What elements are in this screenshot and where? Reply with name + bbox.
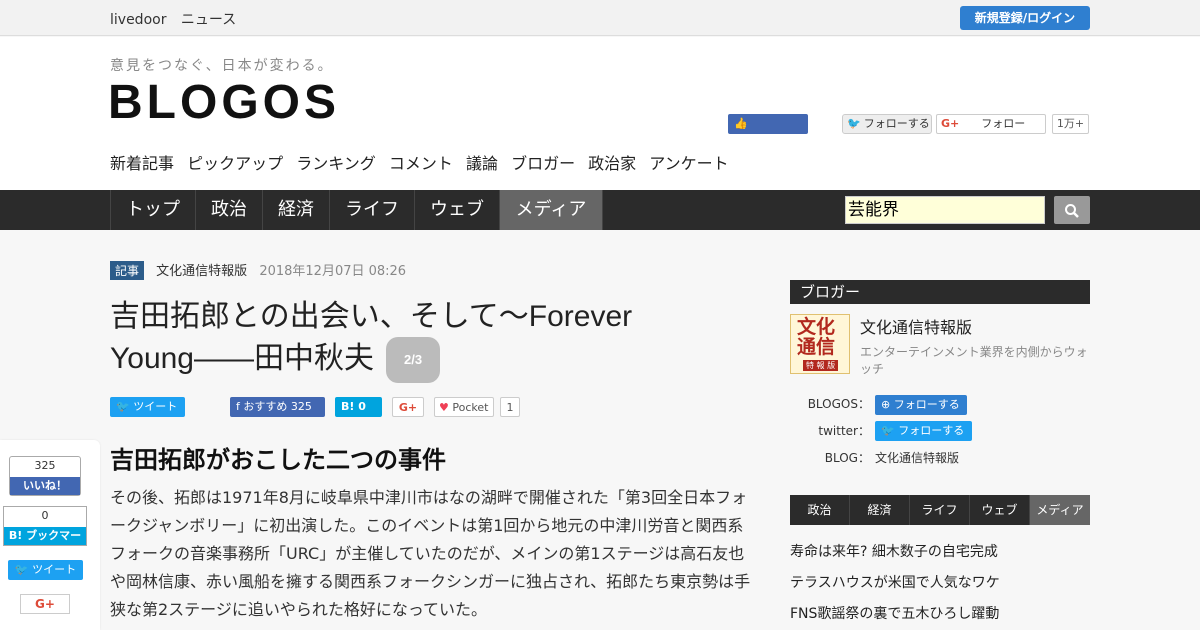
pocket-button[interactable]: ♥ Pocket [434, 397, 494, 417]
blogos-label: BLOGOS： [807, 397, 870, 411]
twitter-label: twitter： [818, 424, 870, 438]
pocket-count: 1 [500, 397, 520, 417]
login-button[interactable]: 新規登録/ログイン [960, 6, 1090, 30]
sidebar-tab-politics[interactable]: 政治 [790, 495, 850, 525]
nav-item[interactable]: ブロガー [511, 154, 575, 173]
article-date: 2018年12月07日 08:26 [259, 264, 407, 279]
sidebar-tab-web[interactable]: ウェブ [970, 495, 1030, 525]
twitter-icon: 🐦 [881, 424, 895, 437]
floating-fb-label: いいね！ [10, 477, 80, 495]
gplus-icon: G+ [941, 117, 960, 130]
fb-recommend-count: 325 [290, 400, 312, 413]
blogger-avatar[interactable]: 文化通信 特 報 版 [790, 314, 850, 374]
floating-fb-like[interactable]: 325 いいね！ [9, 456, 81, 496]
blogos-follow-button[interactable]: ⊕ フォローする [875, 395, 967, 415]
twitter-sidebar-follow-button[interactable]: 🐦 フォローする [875, 421, 972, 441]
article-body: その後、拓郎は1971年8月に岐阜県中津川市はなの湖畔で開催された「第3回全日本… [110, 488, 751, 619]
sidebar-tab-economy[interactable]: 経済 [850, 495, 910, 525]
gplus-icon: G+ [398, 401, 418, 414]
blogger-logo-sub: 特 報 版 [803, 360, 839, 371]
search-icon [1065, 204, 1079, 218]
floating-tweet-button[interactable]: 🐦 ツイート [8, 560, 83, 580]
search-button[interactable] [1054, 196, 1090, 224]
fb-like-button[interactable]: 👍 Like 132K [728, 114, 808, 150]
tweet-label: ツイート [133, 400, 178, 413]
ranking-item[interactable]: FNS歌謡祭の裏で五木ひろし躍動 [790, 603, 999, 623]
sidebar-tab-media[interactable]: メディア [1030, 495, 1090, 525]
ranking-item[interactable]: 寿命は来年? 細木数子の自宅完成 [790, 541, 998, 561]
nav-item[interactable]: アンケート [649, 154, 728, 173]
fb-recommend-button[interactable]: f おすすめ 325 [230, 397, 325, 417]
nav-item[interactable]: ランキング [296, 154, 376, 173]
gplus-follow-label: フォロー [981, 117, 1026, 130]
pocket-icon: ♥ [439, 401, 449, 414]
twitter-icon: 🐦 [116, 400, 130, 413]
blogos-follow-label: フォローする [893, 398, 960, 411]
twitter-icon: 🐦 [847, 117, 861, 130]
brand-livedoor[interactable]: livedoor [110, 12, 166, 28]
plus-icon: ⊕ [881, 398, 891, 411]
floating-gplus-button[interactable]: G+ [20, 594, 70, 614]
floating-hatena[interactable]: 0 B! ブックマーク [3, 506, 87, 560]
blogger-description: エンターテインメント業界を内側からウォッチ [860, 345, 1088, 376]
sidebar-tab-life[interactable]: ライフ [910, 495, 970, 525]
category-top[interactable]: トップ [110, 190, 196, 230]
sidebar-heading: ブロガー [790, 280, 1090, 304]
brand-line[interactable]: livedoor ニュース [110, 9, 246, 29]
page-indicator: 2/3 [386, 337, 441, 383]
article-title: 吉田拓郎との出会い、そして～Forever Young――田中秋夫 [110, 300, 633, 375]
fb-recommend-label: おすすめ [243, 400, 288, 413]
brand-news[interactable]: ニュース [181, 12, 236, 28]
nav-item[interactable]: 新着記事 [110, 154, 174, 173]
main-nav: 新着記事 ピックアップ ランキング コメント 議論 ブロガー 政治家 アンケート [110, 150, 737, 174]
sidebar-tabs: 政治 経済 ライフ ウェブ メディア [790, 495, 1090, 525]
hatena-icon: B! [341, 400, 355, 413]
category-life[interactable]: ライフ [330, 190, 415, 230]
thumbs-up-icon: 👍 [734, 117, 748, 130]
twitter-sidebar-follow-label: フォローする [898, 424, 965, 437]
floating-hatena-count: 0 [41, 509, 49, 522]
blog-link[interactable]: 文化通信特報版 [875, 449, 959, 466]
article-source[interactable]: 文化通信特報版 [156, 264, 247, 279]
floating-hatena-label: B! ブックマーク [4, 527, 86, 560]
hatena-count: 0 [358, 400, 366, 413]
hatena-bookmark-button[interactable]: B! 0 [335, 397, 382, 417]
top-bar: livedoor ニュース 新規登録/ログイン [0, 0, 1200, 36]
article-title-wrap: 吉田拓郎との出会い、そして～Forever Young――田中秋夫 2/3 [110, 297, 670, 383]
section-heading: 吉田拓郎がおこした二つの事件 [110, 446, 446, 474]
ranking-item[interactable]: テラスハウスが米国で人気なワケ [790, 572, 1000, 592]
facebook-icon: f [236, 400, 240, 413]
search-input[interactable]: 芸能界 [845, 196, 1045, 224]
category-web[interactable]: ウェブ [415, 190, 500, 230]
article-badge: 記事 [110, 261, 145, 280]
fb-like-label: Like [734, 137, 760, 150]
category-economy[interactable]: 経済 [263, 190, 330, 230]
nav-item[interactable]: 政治家 [588, 154, 636, 173]
site-logo[interactable]: BLOGOS [108, 75, 340, 130]
twitter-follow-label: フォローする [863, 117, 930, 130]
blogger-logo-text: 文化通信 [797, 316, 836, 358]
floating-tweet-label: ツイート [32, 563, 77, 576]
blogger-name[interactable]: 文化通信特報版 [860, 314, 972, 338]
tagline: 意見をつなぐ、日本が変わる。 [110, 58, 334, 74]
category-media[interactable]: メディア [500, 190, 603, 230]
gplus-count: 1万+ [1052, 114, 1089, 134]
tweet-button[interactable]: 🐦 ツイート [110, 397, 185, 417]
gplus-icon: G+ [35, 597, 55, 611]
gplus-follow-button[interactable]: G+ フォロー [936, 114, 1046, 134]
nav-item[interactable]: コメント [389, 154, 453, 173]
article-meta: 記事 文化通信特報版 2018年12月07日 08:26 [110, 260, 406, 280]
nav-item[interactable]: 議論 [466, 154, 498, 173]
nav-item[interactable]: ピックアップ [187, 154, 283, 173]
category-politics[interactable]: 政治 [196, 190, 263, 230]
floating-fb-count: 325 [34, 459, 56, 472]
pocket-label: Pocket [452, 401, 489, 414]
twitter-icon: 🐦 [14, 563, 29, 576]
twitter-follow-button[interactable]: 🐦 フォローする [842, 114, 932, 134]
gplus-share-button[interactable]: G+ [392, 397, 424, 417]
blog-label: BLOG： [824, 451, 870, 465]
fb-like-count: 132K [763, 137, 792, 150]
